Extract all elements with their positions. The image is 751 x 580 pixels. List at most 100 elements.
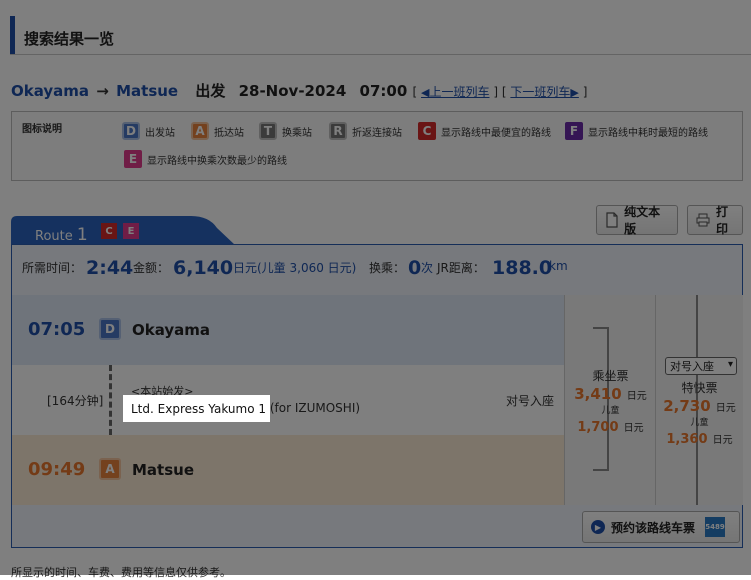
basic-fare-column: 乘坐票 3,410 日元 儿童 1,700 日元	[564, 295, 656, 505]
next-train-link[interactable]: 下一班列车▶	[510, 85, 578, 99]
seat-select[interactable]: 对号入座 ▾	[665, 357, 737, 375]
section-accent-bar	[10, 16, 15, 54]
departure-station-name: Okayama	[132, 321, 211, 339]
route-summary: 所需时间： 2:44 金额： 6,140 日元(儿童 3,060 日元) 换乘：…	[12, 245, 742, 296]
legend-item-fastest: F 显示路线中耗时最短的路线	[565, 122, 708, 140]
basic-fare-amount: 3,410	[574, 385, 622, 403]
route-panel: 所需时间： 2:44 金额： 6,140 日元(儿童 3,060 日元) 换乘：…	[11, 244, 743, 548]
segment-duration: [164分钟]	[47, 394, 104, 408]
arrival-badge-icon: A	[191, 122, 209, 140]
reserve-tickets-button[interactable]: ▶ 预约该路线车票 5489	[582, 511, 740, 543]
express-fare: 特快票 2,730 日元 儿童 1,360 日元	[656, 379, 743, 447]
fewest-transfers-badge-icon: E	[124, 150, 142, 168]
route-tab[interactable]: Route 1 C E	[11, 216, 235, 245]
plain-text-label: 纯文本版	[624, 205, 661, 236]
departure-badge-icon: D	[99, 318, 121, 340]
fastest-badge-icon: F	[565, 122, 583, 140]
seat-select-value: 对号入座	[670, 360, 714, 373]
play-icon: ▶	[591, 520, 605, 534]
route-label: Route	[35, 229, 73, 244]
prev-train-label: 上一班列车	[429, 85, 490, 99]
legend-label: 显示路线中换乘次数最少的路线	[147, 155, 287, 167]
departure-station-badge: D	[99, 318, 126, 340]
origin-station: Okayama	[11, 82, 90, 100]
basic-child-amount: 1,700	[577, 420, 619, 435]
legend-label: 抵达站	[214, 127, 244, 139]
arrival-time: 09:49	[28, 459, 86, 480]
printer-icon	[696, 211, 710, 229]
legend-label: 换乘站	[282, 127, 312, 139]
transfer-value: 0	[408, 257, 422, 279]
transfer-unit: 次	[421, 261, 434, 275]
basic-fare-unit: 日元	[626, 391, 647, 402]
destination-station: Matsue	[116, 82, 179, 100]
legend-item-transfer: T 换乘站	[259, 122, 312, 140]
fare-value: 6,140	[173, 257, 234, 279]
express-fare-unit: 日元	[715, 403, 736, 414]
legend-item-fewest-transfers: E 显示路线中换乘次数最少的路线	[124, 150, 287, 168]
prev-train-link[interactable]: ◀上一班列车	[421, 85, 489, 99]
express-child-amount: 1,360	[666, 432, 708, 447]
plain-text-button[interactable]: 纯文本版	[596, 205, 678, 236]
departure-time: 07:00	[359, 82, 408, 100]
express-child-unit: 日元	[712, 435, 733, 446]
bracket-close: ]	[582, 85, 588, 99]
seat-type: 对号入座	[505, 394, 554, 408]
basic-child-label: 儿童	[601, 406, 620, 416]
section-title: 搜索结果一览	[24, 30, 115, 48]
basic-fare: 乘坐票 3,410 日元 儿童 1,700 日元	[565, 367, 656, 435]
distance-value: 188.0	[492, 257, 553, 279]
arrow-left-icon: ◀	[421, 86, 430, 99]
departure-time: 07:05	[28, 319, 86, 340]
search-results-page: 搜索结果一览 Okayama → Matsue 出发 28-Nov-2024 0…	[0, 0, 751, 579]
legend-item-turnback: R 折返连接站	[329, 122, 402, 140]
fare-label: 金额：	[133, 261, 170, 275]
route-number: 1	[76, 225, 88, 245]
legend-label: 出发站	[145, 127, 175, 139]
highlighted-train-name: Ltd. Express Yakumo 1	[123, 395, 270, 422]
bracket-open: [	[412, 85, 418, 99]
legend-label: 显示路线中耗时最短的路线	[588, 127, 708, 139]
transfer-label: 换乘：	[369, 261, 406, 275]
icon-legend: 图标说明 D 出发站 A 抵达站 T 换乘站 R 折返连接站 C 显示路线中最便…	[11, 111, 743, 181]
legend-item-cheapest: C 显示路线中最便宜的路线	[418, 122, 551, 140]
bracket-open: [	[501, 85, 507, 99]
print-label: 打印	[716, 205, 729, 236]
duration-label: 所需时间：	[22, 261, 83, 275]
segment-line	[109, 365, 112, 435]
arrow-right-icon: ▶	[570, 86, 579, 99]
route-tab-label: Route 1	[35, 225, 88, 245]
departure-row: 07:05 D Okayama	[12, 295, 564, 366]
print-button[interactable]: 打印	[687, 205, 743, 236]
next-train-label: 下一班列车	[510, 85, 571, 99]
train-nav-links: [ ◀上一班列车 ] [ 下一班列车▶ ]	[413, 85, 588, 99]
route-header: Okayama → Matsue 出发 28-Nov-2024 07:00 [ …	[11, 80, 587, 101]
section-header: 搜索结果一览	[10, 16, 751, 55]
legend-title: 图标说明	[22, 124, 62, 135]
transfer-badge-icon: T	[259, 122, 277, 140]
express-fare-label: 特快票	[681, 381, 718, 395]
fare-unit: 日元(儿童 3,060 日元)	[233, 261, 357, 275]
legend-item-arrival: A 抵达站	[191, 122, 244, 140]
document-icon	[605, 211, 618, 229]
train-destination: (for IZUMOSHI)	[269, 401, 361, 415]
duration-value: 2:44	[86, 257, 134, 279]
arrival-row: 09:49 A Matsue	[12, 435, 564, 506]
bracket-close: ]	[493, 85, 499, 99]
legend-label: 折返连接站	[352, 127, 402, 139]
distance-unit: km	[549, 259, 568, 273]
arrival-badge-icon: A	[99, 458, 121, 480]
cheapest-badge-icon: C	[418, 122, 436, 140]
departure-label: 出发	[195, 82, 226, 100]
turnback-badge-icon: R	[329, 122, 347, 140]
departure-date: 28-Nov-2024	[238, 82, 347, 100]
panel-footer: ▶ 预约该路线车票 5489	[12, 505, 742, 547]
arrival-station-name: Matsue	[132, 461, 194, 479]
disclaimer: 所显示的时间、车费、费用等信息仅供参考。	[11, 566, 231, 579]
express-fare-column: 对号入座 ▾ 特快票 2,730 日元 儿童 1,360 日元	[655, 295, 743, 505]
ticket-logo-icon: 5489	[705, 517, 726, 537]
legend-label: 显示路线中最便宜的路线	[441, 127, 551, 139]
fewest-transfers-tab-badge-icon: E	[123, 223, 139, 239]
route-arrow: →	[96, 82, 109, 100]
distance-label: JR距离：	[437, 261, 485, 275]
